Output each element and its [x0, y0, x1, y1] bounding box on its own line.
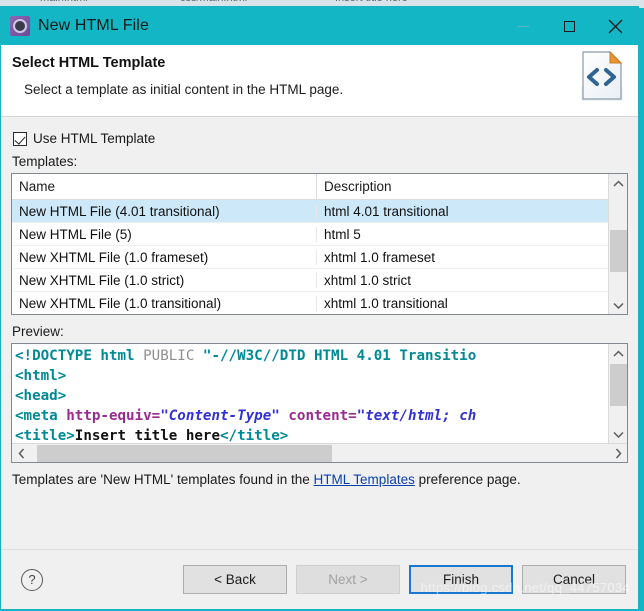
cell-description: xhtml 1.0 frameset — [324, 249, 436, 265]
use-html-template-checkbox[interactable] — [13, 131, 27, 146]
preview-label: Preview: — [12, 324, 64, 339]
preview-vertical-scrollbar[interactable] — [608, 344, 627, 443]
column-header-description[interactable]: Description — [317, 174, 608, 199]
maximize-button[interactable] — [546, 7, 592, 45]
use-html-template-label: Use HTML Template — [33, 131, 156, 146]
scroll-track[interactable] — [30, 444, 609, 463]
table-row[interactable]: New XHTML File (1.0 frameset) xhtml 1.0 … — [12, 246, 608, 269]
column-header-name[interactable]: Name — [12, 174, 317, 199]
table-row[interactable]: New HTML File (5) html 5 — [12, 223, 608, 246]
minimize-button[interactable] — [500, 7, 546, 45]
html-templates-link[interactable]: HTML Templates — [314, 472, 415, 487]
background-tab: Insert title here — [335, 0, 408, 4]
scroll-up-icon[interactable] — [609, 344, 628, 362]
close-icon — [608, 19, 622, 33]
preview-panel[interactable]: <!DOCTYPE html PUBLIC "-//W3C//DTD HTML … — [11, 343, 628, 463]
scroll-down-icon[interactable] — [609, 296, 628, 314]
dialog-titlebar: New HTML File — [1, 7, 638, 45]
code-line: <html> — [15, 368, 67, 384]
footnote-suffix: preference page. — [414, 472, 521, 487]
templates-table-body: New HTML File (4.01 transitional) html 4… — [12, 200, 608, 314]
page-title: Select HTML Template — [12, 55, 166, 71]
cell-name: New XHTML File (1.0 frameset) — [12, 249, 317, 265]
table-row[interactable]: New HTML File (4.01 transitional) html 4… — [12, 200, 608, 223]
scroll-thumb[interactable] — [609, 230, 627, 272]
cell-name: New XHTML File (1.0 transitional) — [12, 295, 317, 311]
table-row[interactable]: New XHTML File (1.0 strict) xhtml 1.0 st… — [12, 269, 608, 292]
preview-inner: <!DOCTYPE html PUBLIC "-//W3C//DTD HTML … — [12, 344, 627, 443]
close-button[interactable] — [592, 7, 638, 45]
page-subtitle: Select a template as initial content in … — [24, 82, 344, 97]
scroll-down-icon[interactable] — [609, 425, 628, 443]
code-line: <meta http-equiv="Content-Type" content=… — [15, 408, 477, 424]
table-row[interactable]: New XHTML File (1.0 transitional) xhtml … — [12, 292, 608, 314]
finish-button[interactable]: Finish — [409, 565, 513, 594]
help-button[interactable]: ? — [21, 568, 43, 591]
dialog-title: New HTML File — [38, 17, 149, 34]
templates-footnote: Templates are 'New HTML' templates found… — [12, 472, 628, 487]
dialog-button-bar: ? < Back Next > Finish Cancel https://bl… — [1, 549, 638, 609]
scroll-left-icon[interactable] — [12, 444, 30, 463]
back-button[interactable]: < Back — [183, 565, 287, 594]
cell-name: New HTML File (5) — [12, 226, 317, 242]
scroll-up-icon[interactable] — [609, 174, 628, 192]
preview-code: <!DOCTYPE html PUBLIC "-//W3C//DTD HTML … — [12, 344, 608, 443]
scroll-thumb[interactable] — [609, 364, 627, 406]
preview-horizontal-scrollbar[interactable] — [12, 443, 627, 462]
html-file-icon — [578, 49, 626, 103]
footnote-prefix: Templates are 'New HTML' templates found… — [12, 472, 314, 487]
templates-vertical-scrollbar[interactable] — [608, 174, 627, 314]
code-line: <head> — [15, 388, 67, 404]
eclipse-wizard-icon — [10, 16, 30, 36]
scroll-thumb[interactable] — [37, 444, 332, 462]
wizard-buttons: < Back Next > Finish Cancel — [183, 565, 626, 594]
templates-label: Templates: — [12, 154, 78, 169]
window-controls — [500, 7, 638, 45]
cell-description: html 4.01 transitional — [324, 203, 449, 219]
use-html-template-row[interactable]: Use HTML Template — [13, 131, 628, 146]
templates-table-main: Name Description New HTML File (4.01 tra… — [12, 174, 608, 314]
background-tab: css/main.html — [180, 0, 247, 4]
templates-table-header: Name Description — [12, 174, 608, 200]
cell-description: xhtml 1.0 strict — [324, 272, 412, 288]
scroll-track[interactable] — [609, 192, 628, 296]
code-line: <!DOCTYPE html PUBLIC "-//W3C//DTD HTML … — [15, 348, 477, 364]
cell-name: New HTML File (4.01 transitional) — [12, 203, 317, 219]
screen: main.html css/main.html Insert title her… — [0, 0, 644, 611]
code-line: <title>Insert title here</title> — [15, 428, 289, 443]
background-tab: main.html — [40, 0, 88, 4]
cell-description: html 5 — [324, 226, 361, 242]
new-html-file-dialog: New HTML File Select HTML Template Selec… — [0, 6, 639, 610]
cell-description: xhtml 1.0 transitional — [324, 295, 448, 311]
dialog-body: Use HTML Template Templates: Name Descri… — [1, 117, 638, 549]
scroll-track[interactable] — [609, 362, 628, 425]
cancel-button[interactable]: Cancel — [522, 565, 626, 594]
wizard-header: Select HTML Template Select a template a… — [1, 45, 638, 117]
cell-name: New XHTML File (1.0 strict) — [12, 272, 317, 288]
scroll-right-icon[interactable] — [609, 444, 627, 463]
templates-table[interactable]: Name Description New HTML File (4.01 tra… — [11, 173, 628, 315]
next-button: Next > — [296, 565, 400, 594]
